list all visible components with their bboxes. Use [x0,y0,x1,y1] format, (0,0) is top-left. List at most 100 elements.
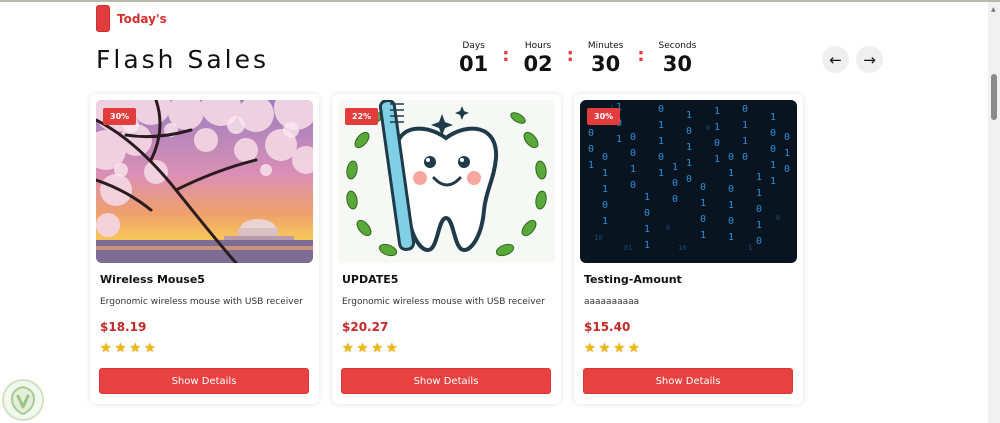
svg-text:01: 01 [624,244,632,252]
svg-text:0: 0 [630,148,636,159]
countdown-separator: : [502,45,510,66]
svg-text:0: 0 [784,164,790,175]
svg-text:1: 1 [686,110,692,121]
svg-text:1: 1 [630,164,636,175]
svg-text:1: 1 [714,154,720,165]
svg-text:0: 0 [728,216,734,227]
countdown-seconds-label: Seconds [658,41,697,51]
svg-text:0: 0 [672,178,678,189]
floating-logo[interactable] [2,379,44,421]
svg-text:0: 0 [700,214,706,225]
svg-text:0: 0 [728,152,734,163]
product-price: $20.27 [342,320,389,334]
svg-text:1: 1 [644,192,650,203]
top-border [0,0,1000,2]
svg-text:0: 0 [756,236,762,247]
star-icon: ★ [356,341,369,356]
svg-text:1: 1 [728,232,734,243]
svg-text:0: 0 [706,124,710,132]
svg-text:1: 1 [686,142,692,153]
svg-text:0: 0 [686,126,692,137]
svg-text:1: 1 [714,106,720,117]
discount-badge: 30% [103,108,137,125]
rating-stars: ★ ★ ★ ★ [342,342,398,355]
svg-text:1: 1 [784,148,790,159]
svg-text:1: 1 [616,134,622,145]
svg-text:0: 0 [602,200,608,211]
svg-text:0: 0 [588,144,594,155]
svg-text:10: 10 [678,244,686,252]
svg-text:0: 0 [770,128,776,139]
countdown-minutes-label: Minutes [587,41,624,51]
countdown-minutes: Minutes 30 [588,41,623,76]
svg-text:1: 1 [588,160,594,171]
product-title[interactable]: Wireless Mouse5 [100,273,205,286]
countdown-seconds: Seconds 30 [659,41,697,76]
svg-text:1: 1 [602,216,608,227]
svg-text:0: 0 [756,204,762,215]
star-icon: ★ [100,341,112,356]
product-price: $15.40 [584,320,631,334]
svg-text:1: 1 [728,168,734,179]
svg-text:0: 0 [630,180,636,191]
svg-text:0: 0 [714,138,720,149]
svg-text:1: 1 [770,176,776,187]
show-details-button[interactable]: Show Details [99,368,309,394]
prev-button[interactable]: ← [822,46,849,73]
countdown-minutes-value: 30 [590,52,621,76]
discount-badge: 30% [587,108,621,125]
svg-text:1: 1 [700,230,706,241]
section-tag: Today's [96,5,167,32]
svg-text:0: 0 [742,152,748,163]
star-icon: ★ [598,341,611,356]
show-details-button[interactable]: Show Details [341,368,551,394]
svg-text:1: 1 [700,198,706,209]
rating-stars: ★ ★ ★ ★ [100,342,156,355]
svg-text:1: 1 [756,188,762,199]
arrow-right-icon: → [863,50,876,69]
star-icon: ★ [627,341,640,356]
svg-text:1: 1 [602,184,608,195]
countdown-hours-label: Hours [524,41,552,51]
star-icon: ★ [114,341,127,356]
star-icon: ★ [385,341,398,356]
product-card[interactable]: 22% UPDATE5 Ergonomic wireless mouse wit… [332,94,561,404]
countdown-days-label: Days [462,41,485,51]
svg-text:0: 0 [700,182,706,193]
svg-text:0: 0 [686,174,692,185]
svg-text:1: 1 [756,172,762,183]
svg-text:1: 1 [644,240,650,251]
star-icon: ★ [371,341,383,356]
scrollbar-thumb[interactable] [991,74,997,120]
svg-text:1: 1 [748,244,752,252]
svg-text:0: 0 [666,224,670,232]
product-card[interactable]: 1001 01101 101 0010 1011 01101 100 10110… [574,94,803,404]
svg-text:1: 1 [644,224,650,235]
svg-text:0: 0 [672,194,678,205]
svg-text:1: 1 [602,168,608,179]
svg-text:1: 1 [770,112,776,123]
countdown-separator: : [637,45,645,66]
countdown-separator: : [566,45,574,66]
svg-text:1: 1 [686,158,692,169]
leaf-shield-icon [10,385,36,416]
countdown-seconds-value: 30 [662,52,693,76]
rating-stars: ★ ★ ★ ★ [584,342,640,355]
star-icon: ★ [584,341,596,356]
product-description: Ergonomic wireless mouse with USB receiv… [342,297,545,307]
svg-text:0: 0 [770,144,776,155]
page-scrollbar[interactable]: ▲ [988,2,1000,423]
show-details-button[interactable]: Show Details [583,368,793,394]
section-title: Flash Sales [96,45,270,74]
product-card[interactable]: 30% Wireless Mouse5 Ergonomic wireless m… [90,94,319,404]
arrow-left-icon: ← [829,50,842,69]
countdown-days: Days 01 [459,41,488,76]
next-button[interactable]: → [856,46,883,73]
svg-text:1: 1 [658,136,664,147]
scroll-up-icon[interactable]: ▲ [991,6,996,13]
svg-text:0: 0 [784,132,790,143]
svg-text:1: 1 [728,200,734,211]
product-title[interactable]: Testing-Amount [584,273,682,286]
svg-text:0: 0 [630,132,636,143]
product-title[interactable]: UPDATE5 [342,273,398,286]
